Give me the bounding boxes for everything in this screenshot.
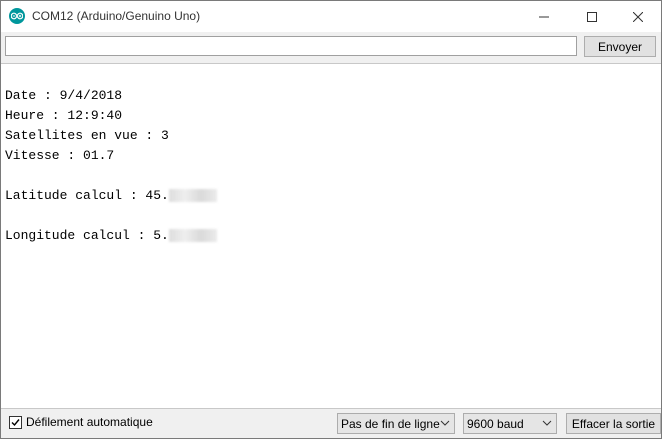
autoscroll-checkbox[interactable] <box>9 415 22 429</box>
autoscroll-label: Défilement automatique <box>26 415 153 429</box>
maximize-icon <box>587 11 597 22</box>
minimize-button[interactable] <box>521 1 567 32</box>
output-line: Vitesse : 01.7 <box>5 148 115 163</box>
latitude-text: Latitude calcul : 45. <box>5 188 169 203</box>
chevron-down-icon <box>440 420 450 426</box>
minimize-icon <box>539 16 549 17</box>
baud-rate-value: 9600 baud <box>467 416 524 431</box>
baud-rate-select[interactable]: 9600 baud <box>463 413 557 434</box>
close-button[interactable] <box>615 1 661 32</box>
line-ending-select[interactable]: Pas de fin de ligne <box>337 413 455 434</box>
maximize-button[interactable] <box>569 1 615 32</box>
arduino-logo-icon <box>9 8 25 24</box>
send-input[interactable] <box>5 36 577 56</box>
close-icon <box>633 11 643 22</box>
serial-monitor-window: COM12 (Arduino/Genuino Uno) Envoyer Date… <box>0 0 662 439</box>
check-icon <box>11 418 20 426</box>
output-line-longitude: Longitude calcul : 5. <box>5 226 217 246</box>
window-title: COM12 (Arduino/Genuino Uno) <box>32 9 201 23</box>
output-line-latitude: Latitude calcul : 45. <box>5 186 217 206</box>
redacted-value <box>168 189 217 203</box>
output-line: Heure : 12:9:40 <box>5 108 123 123</box>
serial-output[interactable]: Date : 9/4/2018 Heure : 12:9:40 Satellit… <box>1 63 661 409</box>
send-button[interactable]: Envoyer <box>584 36 656 57</box>
title-bar: COM12 (Arduino/Genuino Uno) <box>1 1 661 32</box>
autoscroll-toggle[interactable]: Défilement automatique <box>9 415 153 429</box>
output-line: Satellites en vue : 3 <box>5 128 169 143</box>
line-ending-value: Pas de fin de ligne <box>341 416 440 431</box>
chevron-down-icon <box>542 420 552 426</box>
output-line: Date : 9/4/2018 <box>5 88 123 103</box>
longitude-text: Longitude calcul : 5. <box>5 228 169 243</box>
clear-output-button[interactable]: Effacer la sortie <box>566 413 661 434</box>
redacted-value <box>168 229 217 243</box>
